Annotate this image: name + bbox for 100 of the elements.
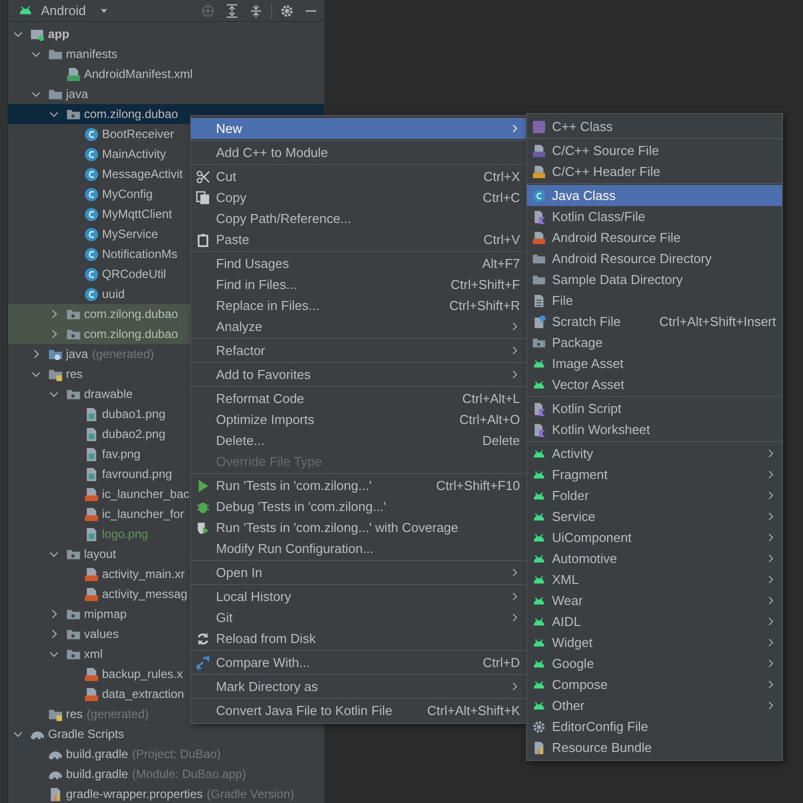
menu-item[interactable]: Delete... Delete	[191, 430, 526, 451]
kotlin-file-icon	[532, 210, 546, 224]
menu-item[interactable]: Debug 'Tests in 'com.zilong...'	[191, 496, 526, 517]
cpp-file-icon	[532, 144, 546, 158]
image-file-icon	[84, 406, 99, 422]
image-file-icon	[84, 526, 99, 542]
menu-item[interactable]: EditorConfig File	[527, 716, 782, 737]
xml-file-icon	[84, 666, 99, 682]
menu-item[interactable]: C/C++ Source File	[527, 140, 782, 161]
shield-run-icon	[196, 520, 210, 534]
menu-item[interactable]: Local History	[191, 586, 526, 607]
class-icon	[84, 246, 99, 262]
menu-item[interactable]: Compose	[527, 674, 782, 695]
copy-icon	[196, 190, 210, 204]
class-icon	[84, 266, 99, 282]
menu-item[interactable]: Vector Asset	[527, 374, 782, 395]
class-icon	[84, 226, 99, 242]
tree-item[interactable]: build.gradle (Module: DuBao.app)	[8, 764, 324, 784]
menu-item[interactable]: C++ Class	[527, 116, 782, 137]
menu-item[interactable]: Java Class	[527, 185, 782, 206]
menu-item[interactable]: Widget	[527, 632, 782, 653]
xml-file-icon	[84, 486, 99, 502]
menu-item[interactable]: Android Resource Directory	[527, 248, 782, 269]
menu-item[interactable]: Modify Run Configuration...	[191, 538, 526, 559]
class-icon	[84, 146, 99, 162]
menu-item[interactable]: Activity	[527, 443, 782, 464]
menu-item[interactable]: Package	[527, 332, 782, 353]
menu-item[interactable]: Other	[527, 695, 782, 716]
menu-item[interactable]: XML	[527, 569, 782, 590]
menu-item[interactable]: Android Resource File	[527, 227, 782, 248]
properties-file-icon	[48, 786, 63, 802]
scratch-file-icon	[532, 314, 546, 328]
menu-item[interactable]: Copy Ctrl+C	[191, 187, 526, 208]
kotlin-file-icon	[532, 422, 546, 436]
menu-item[interactable]: Cut Ctrl+X	[191, 166, 526, 187]
menu-item[interactable]: Run 'Tests in 'com.zilong...' with Coverage	[191, 517, 526, 538]
run-icon	[196, 478, 210, 492]
reload-icon	[196, 632, 210, 646]
tree-item[interactable]: app	[8, 24, 324, 44]
menu-item[interactable]: Add to Favorites	[191, 364, 526, 385]
tree-item[interactable]: java	[8, 84, 324, 104]
menu-item[interactable]: Copy Path/Reference...	[191, 208, 526, 229]
menu-item[interactable]: New	[191, 118, 526, 139]
menu-item[interactable]: Service	[527, 506, 782, 527]
tree-item[interactable]: Gradle Scripts	[8, 724, 324, 744]
tree-item[interactable]: build.gradle (Project: DuBao)	[8, 744, 324, 764]
xml-file-icon	[532, 230, 546, 244]
tree-item[interactable]: gradle-wrapper.properties (Gradle Version)	[8, 784, 324, 803]
menu-item[interactable]: Automotive	[527, 548, 782, 569]
tree-item[interactable]: manifests	[8, 44, 324, 64]
menu-item[interactable]: Sample Data Directory	[527, 269, 782, 290]
menu-item[interactable]: Optimize Imports Ctrl+Alt+O	[191, 409, 526, 430]
image-file-icon	[84, 446, 99, 462]
menu-item[interactable]: Image Asset	[527, 353, 782, 374]
package-folder-icon	[532, 336, 546, 350]
class-icon	[84, 126, 99, 142]
view-selector[interactable]: Android	[18, 3, 109, 18]
menu-item[interactable]: Find Usages Alt+F7	[191, 253, 526, 274]
menu-item[interactable]: Fragment	[527, 464, 782, 485]
gear-icon	[532, 720, 546, 734]
properties-file-icon	[532, 740, 546, 754]
cpp-class-icon	[532, 120, 546, 134]
xml-file-icon	[84, 566, 99, 582]
menu-item[interactable]: Google	[527, 653, 782, 674]
menu-item[interactable]: Scratch File Ctrl+Alt+Shift+Insert	[527, 311, 782, 332]
menu-item[interactable]: Paste Ctrl+V	[191, 229, 526, 250]
image-file-icon	[84, 426, 99, 442]
menu-item[interactable]: Kotlin Worksheet	[527, 419, 782, 440]
menu-item[interactable]: Wear	[527, 590, 782, 611]
folder-icon	[532, 272, 546, 286]
file-icon	[532, 294, 546, 308]
menu-item[interactable]: Mark Directory as	[191, 676, 526, 697]
menu-item[interactable]: AIDL	[527, 611, 782, 632]
menu-item[interactable]: C/C++ Header File	[527, 161, 782, 182]
menu-item[interactable]: Add C++ to Module	[191, 142, 526, 163]
menu-item[interactable]: Find in Files... Ctrl+Shift+F	[191, 274, 526, 295]
kotlin-file-icon	[532, 402, 546, 416]
menu-item[interactable]: Git	[191, 607, 526, 628]
tree-item[interactable]: AndroidManifest.xml	[8, 64, 324, 84]
menu-item[interactable]: Compare With... Ctrl+D	[191, 652, 526, 673]
menu-item[interactable]: UiComponent	[527, 527, 782, 548]
menu-item[interactable]: Open In	[191, 562, 526, 583]
xml-file-icon	[84, 586, 99, 602]
menu-item[interactable]: Folder	[527, 485, 782, 506]
menu-item[interactable]: Reload from Disk	[191, 628, 526, 649]
class-icon	[84, 286, 99, 302]
menu-item[interactable]: Refactor	[191, 340, 526, 361]
menu-item[interactable]: Run 'Tests in 'com.zilong...' Ctrl+Shift+F10	[191, 475, 526, 496]
clipboard-icon	[196, 232, 210, 246]
compare-arrows-icon	[196, 656, 210, 670]
menu-item[interactable]: File	[527, 290, 782, 311]
image-file-icon	[84, 466, 99, 482]
menu-item[interactable]: Reformat Code Ctrl+Alt+L	[191, 388, 526, 409]
folder-icon	[532, 252, 546, 266]
class-icon	[84, 186, 99, 202]
menu-item[interactable]: Convert Java File to Kotlin File Ctrl+Alt+Shift+K	[191, 700, 526, 721]
class-icon	[532, 188, 546, 202]
menu-item[interactable]: Resource Bundle	[527, 737, 782, 758]
menu-item[interactable]: Kotlin Class/File	[527, 206, 782, 227]
menu-item[interactable]: Kotlin Script	[527, 398, 782, 419]
